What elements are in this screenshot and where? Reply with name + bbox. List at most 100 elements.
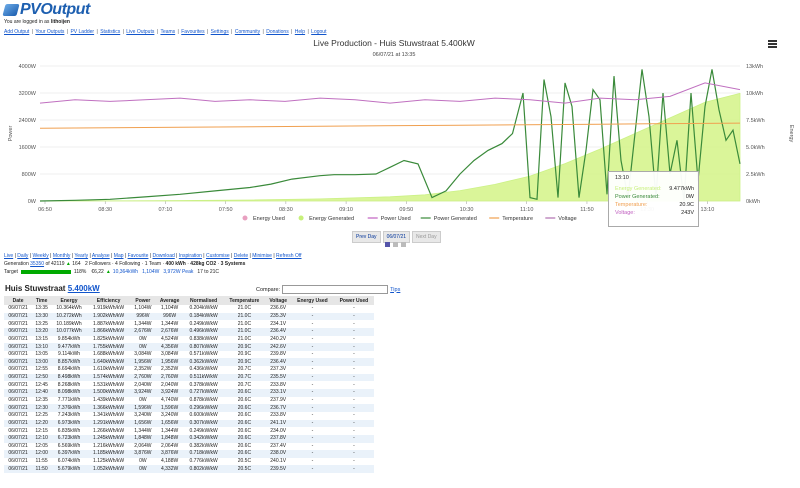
target-money: €6,22	[91, 269, 104, 275]
topnav-link[interactable]: Teams	[160, 29, 175, 35]
subnav-link[interactable]: Analyse	[92, 253, 110, 259]
table-cell: -	[291, 389, 334, 397]
pvoutput-logo[interactable]: PVOutput	[2, 1, 90, 18]
table-cell: 2,676W	[130, 327, 156, 336]
temperature-line	[39, 122, 741, 129]
target-temp: 17 to 21C	[197, 269, 220, 275]
subnav-link[interactable]: Refresh Off	[276, 253, 301, 259]
topnav-link[interactable]: Statistics	[100, 29, 120, 35]
login-prefix: You are logged in as	[4, 19, 50, 25]
subnav-link[interactable]: Favourite	[128, 253, 149, 259]
column-header[interactable]: Voltage	[265, 296, 292, 305]
table-cell: 0.378kW/kW	[189, 381, 218, 388]
topnav-link[interactable]: Settings	[211, 29, 229, 35]
subnav-link[interactable]: Live	[4, 253, 13, 259]
table-cell: 06/07/21	[4, 312, 33, 321]
pager-dot[interactable]	[385, 242, 390, 247]
output-table: Date Time Energy Efficiency Power Average Norm…	[4, 296, 374, 474]
subnav-link[interactable]: Delete	[234, 253, 248, 259]
column-header[interactable]: Energy	[51, 296, 87, 305]
table-cell: 1,656W	[155, 419, 184, 428]
table-row: 06/07/21 13:10 9.477kWh 1.755kWh/kW 0W 4,356W…	[4, 343, 374, 351]
table-cell: -	[311, 335, 314, 342]
y-left-tick-label: 3200W	[19, 91, 37, 97]
column-header[interactable]: Energy Used	[291, 296, 334, 305]
table-cell: 8.098kWh	[51, 389, 87, 397]
table-cell: 1.640kWh/kW	[86, 358, 131, 367]
table-cell: -	[353, 442, 355, 449]
table-cell: 3,240W	[160, 412, 179, 419]
subnav-link[interactable]: Download	[153, 253, 175, 259]
subnav-link[interactable]: Customise	[206, 253, 230, 259]
tooltip-time: 13:10	[615, 175, 629, 181]
topnav-link[interactable]: Live Outputs	[126, 29, 154, 35]
x-tick-label: 10:30	[460, 207, 474, 213]
column-header[interactable]: Average	[155, 296, 184, 305]
topnav-link[interactable]: Favourites	[181, 29, 204, 35]
table-cell: 0.496kW/kW	[183, 327, 224, 336]
table-row: 06/07/21 12:55 8.694kWh 1.610kWh/kW 2,352W 2,…	[4, 366, 374, 374]
nav-separator: |	[121, 29, 126, 35]
topnav-link[interactable]: Community	[235, 29, 260, 35]
table-row: 06/07/21 13:35 10.364kWh 1.919kWh/kW 1,104W 1…	[4, 305, 374, 313]
table-cell: 1.887kWh/kW	[93, 320, 125, 327]
nav-separator: |	[289, 29, 294, 35]
column-header[interactable]: Time	[32, 296, 52, 305]
table-cell: 1,656W	[130, 419, 156, 428]
table-cell: 0.342kW/kW	[183, 434, 224, 443]
system-size-link[interactable]: 5.400kW	[68, 284, 100, 293]
table-cell: 234.1V	[270, 320, 287, 327]
table-cell: 1.574kWh/kW	[86, 373, 131, 382]
subnav-link[interactable]: Minimise	[252, 253, 272, 259]
column-header[interactable]: Normalised	[183, 296, 224, 305]
subnav-link[interactable]: Inspiration	[179, 253, 202, 259]
target-power: 1,104W	[142, 269, 160, 275]
table-cell: 10.364kWh	[56, 305, 82, 312]
column-header[interactable]: Date	[4, 296, 33, 305]
pager-dot[interactable]	[401, 242, 406, 247]
topnav-link[interactable]: Donations	[266, 29, 289, 35]
table-cell: -	[333, 419, 374, 428]
hamburger-menu-icon[interactable]	[768, 40, 777, 48]
table-cell: -	[333, 312, 374, 321]
next-day-button[interactable]: Next Day	[412, 231, 441, 243]
table-cell: 237.3V	[270, 366, 287, 373]
column-header[interactable]: Power Used	[333, 296, 374, 305]
table-cell: 10.077kWh	[51, 327, 87, 336]
table-cell: 12:55	[35, 366, 48, 373]
topnav-link[interactable]: Your Outputs	[35, 29, 64, 35]
column-header[interactable]: Temperature	[223, 296, 266, 305]
pager-dot[interactable]	[393, 242, 398, 247]
generation-summary: Generation 35350 of 42119 ▲ 164 2 Follow…	[4, 261, 246, 267]
table-cell: 1.500kWh/kW	[86, 389, 131, 397]
column-header[interactable]: Power	[130, 296, 156, 305]
topnav-link[interactable]: Help	[295, 29, 305, 35]
topnav-link[interactable]: PV Ladder	[70, 29, 94, 35]
column-header[interactable]: Efficiency	[86, 296, 131, 305]
subnav-link[interactable]: Yearly	[74, 253, 88, 259]
subnav-link[interactable]: Weekly	[32, 253, 48, 259]
table-row: 06/07/21 13:30 10.272kWh 1.902kWh/kW 996W 996…	[4, 312, 374, 321]
generation-rank-link[interactable]: 35350	[30, 261, 44, 267]
subnav-link[interactable]: Map	[114, 253, 124, 259]
table-cell: 1.216kWh/kW	[93, 442, 125, 449]
prev-day-button[interactable]: Prev Day	[352, 231, 381, 243]
topnav-link[interactable]: Add Output	[4, 29, 29, 35]
y-right-tick-label: 10kWh	[746, 91, 763, 97]
table-cell: 21.0C	[237, 320, 252, 327]
topnav-link[interactable]: Logout	[311, 29, 326, 35]
table-cell: -	[333, 343, 374, 351]
compare-input[interactable]	[282, 285, 389, 294]
subnav-link[interactable]: Monthly	[53, 253, 71, 259]
table-cell: 1,344W	[160, 320, 179, 327]
table-row: 06/07/21 13:25 10.189kWh 1.887kWh/kW 1,344W 1…	[4, 320, 374, 328]
table-cell: 996W	[130, 312, 156, 321]
table-cell: 0.807kW/kW	[183, 343, 224, 351]
tips-link[interactable]: Tips	[390, 287, 400, 293]
x-tick-label: 13:10	[701, 207, 715, 213]
target-peak: 3,972W Peak	[163, 269, 194, 275]
table-cell: 1.291kWh/kW	[86, 419, 131, 428]
table-cell: 13:15	[35, 335, 48, 342]
subnav-link[interactable]: Daily	[17, 253, 28, 259]
table-cell: -	[291, 465, 334, 474]
